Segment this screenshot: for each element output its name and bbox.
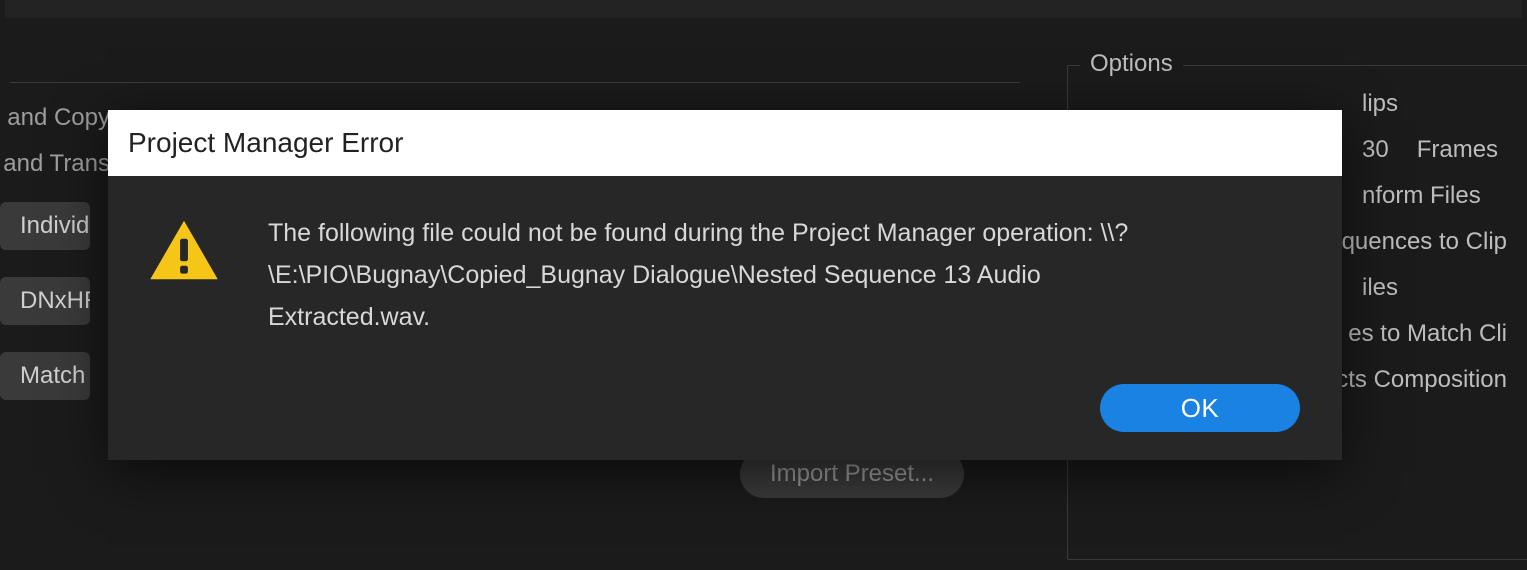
- option-label: es to Match Cli: [1348, 320, 1507, 348]
- option-value: 30: [1362, 136, 1389, 164]
- option-label: cts Composition: [1336, 366, 1507, 394]
- option-label: quences to Clip: [1342, 228, 1507, 256]
- format-button-dnxhr[interactable]: DNxHR: [0, 277, 90, 325]
- dialog-title-bar: Project Manager Error: [108, 110, 1342, 176]
- options-legend: Options: [1080, 50, 1183, 78]
- app-root: and Copy and Trans Individ DNxHR Match I…: [0, 0, 1527, 570]
- label-and-copy: and Copy: [0, 104, 110, 132]
- dialog-footer: OK: [108, 384, 1342, 460]
- option-label: nform Files: [1362, 182, 1481, 210]
- dialog-title: Project Manager Error: [128, 127, 403, 159]
- warning-icon: [148, 212, 220, 364]
- format-button-individual[interactable]: Individ: [0, 202, 90, 250]
- error-dialog: Project Manager Error The following file…: [108, 110, 1342, 460]
- left-column: and Copy and Trans Individ DNxHR Match: [0, 104, 120, 427]
- dialog-body: The following file could not be found du…: [108, 176, 1342, 384]
- section-divider: [10, 82, 1020, 83]
- option-unit: Frames: [1417, 136, 1498, 164]
- option-label: lips: [1362, 90, 1398, 118]
- dialog-message: The following file could not be found du…: [268, 212, 1168, 364]
- ok-button[interactable]: OK: [1100, 384, 1300, 432]
- top-strip: [5, 0, 1522, 18]
- format-button-match[interactable]: Match: [0, 352, 90, 400]
- label-and-trans: and Trans: [0, 150, 110, 178]
- option-label: iles: [1362, 274, 1398, 302]
